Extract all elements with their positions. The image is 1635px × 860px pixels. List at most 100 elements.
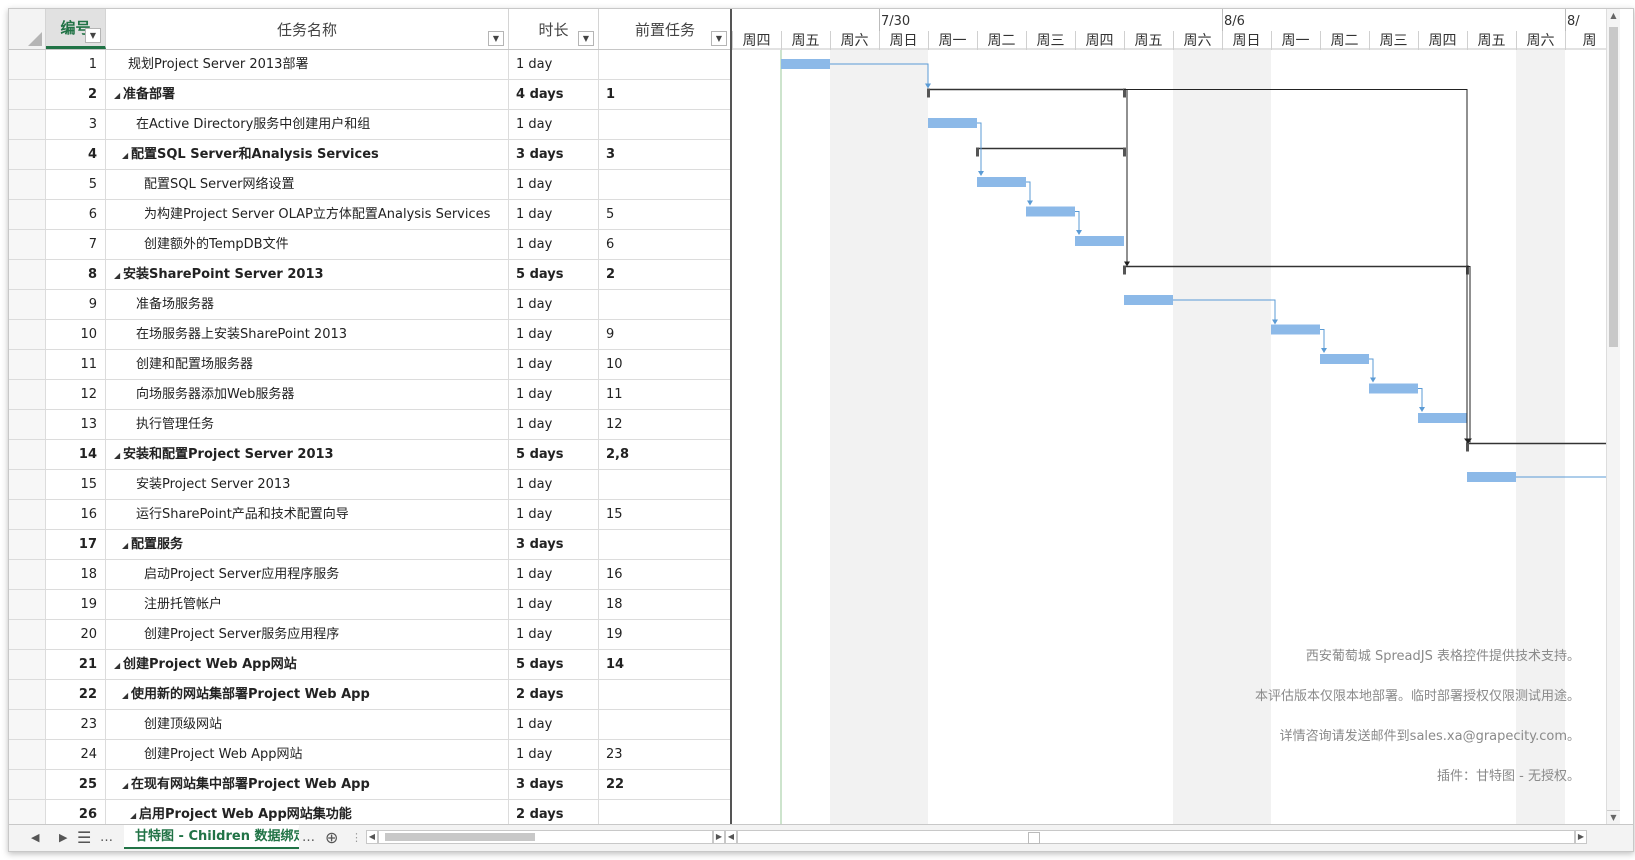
task-duration-cell[interactable]: 3 days [509,530,599,559]
grid-horizontal-scrollbar[interactable] [378,830,713,844]
task-id-cell[interactable]: 24 [46,740,106,769]
task-duration-cell[interactable]: 1 day [509,230,599,259]
col-header-duration[interactable]: 时长 ▼ [509,9,599,49]
row-header[interactable] [9,530,46,559]
row-header[interactable] [9,710,46,739]
task-predecessors-cell[interactable]: 3 [599,140,731,169]
task-predecessors-cell[interactable] [599,50,731,79]
filter-dropdown-icon[interactable]: ▼ [711,31,727,46]
row-header[interactable] [9,650,46,679]
table-row[interactable]: 4 ◢ 配置SQL Server和Analysis Services 3 days 3 [9,140,731,170]
task-duration-cell[interactable]: 1 day [509,560,599,589]
task-name-cell[interactable]: 创建顶级网站 [106,710,509,739]
task-name-cell[interactable]: ◢ 准备部署 [106,80,509,109]
task-predecessors-cell[interactable] [599,170,731,199]
col-header-name[interactable]: 任务名称 ▼ [106,9,509,49]
table-row[interactable]: 9 准备场服务器 1 day [9,290,731,320]
task-name-cell[interactable]: ◢ 安装和配置Project Server 2013 [106,440,509,469]
task-duration-cell[interactable]: 3 days [509,770,599,799]
row-header[interactable] [9,740,46,769]
sheet-tab-gantt[interactable]: 甘特图 - Children 数据绑定 [124,825,299,849]
task-duration-cell[interactable]: 1 day [509,710,599,739]
task-predecessors-cell[interactable]: 14 [599,650,731,679]
collapse-triangle-icon[interactable]: ◢ [114,441,123,469]
task-name-cell[interactable]: ◢ 使用新的网站集部署Project Web App [106,680,509,709]
task-duration-cell[interactable]: 1 day [509,320,599,349]
task-name-cell[interactable]: 执行管理任务 [106,410,509,439]
table-row[interactable]: 18 启动Project Server应用程序服务 1 day 16 [9,560,731,590]
task-id-cell[interactable]: 15 [46,470,106,499]
task-name-cell[interactable]: ◢ 安装SharePoint Server 2013 [106,260,509,289]
table-row[interactable]: 11 创建和配置场服务器 1 day 10 [9,350,731,380]
task-id-cell[interactable]: 19 [46,590,106,619]
task-duration-cell[interactable]: 1 day [509,410,599,439]
row-header[interactable] [9,470,46,499]
tab-overflow-icon[interactable]: … [302,825,315,851]
task-id-cell[interactable]: 22 [46,680,106,709]
task-id-cell[interactable]: 1 [46,50,106,79]
col-header-id[interactable]: 编号 ▼ [46,9,106,49]
table-row[interactable]: 7 创建额外的TempDB文件 1 day 6 [9,230,731,260]
task-name-cell[interactable]: 创建额外的TempDB文件 [106,230,509,259]
task-predecessors-cell[interactable]: 1 [599,80,731,109]
hscroll-left-icon[interactable]: ◀ [366,830,378,844]
tab-next-icon[interactable]: ▶ [59,825,67,851]
table-row[interactable]: 22 ◢ 使用新的网站集部署Project Web App 2 days [9,680,731,710]
task-id-cell[interactable]: 23 [46,710,106,739]
task-id-cell[interactable]: 10 [46,320,106,349]
tab-more-icon[interactable]: … [100,825,113,851]
filter-dropdown-icon[interactable]: ▼ [85,28,101,43]
vertical-scroll-thumb[interactable] [1609,27,1618,347]
task-name-cell[interactable]: 运行SharePoint产品和技术配置向导 [106,500,509,529]
table-row[interactable]: 15 安装Project Server 2013 1 day [9,470,731,500]
task-predecessors-cell[interactable] [599,470,731,499]
task-duration-cell[interactable]: 4 days [509,80,599,109]
collapse-triangle-icon[interactable]: ◢ [130,801,139,825]
gantt-hscroll-left-icon[interactable]: ◀ [725,830,737,844]
task-id-cell[interactable]: 9 [46,290,106,319]
table-row[interactable]: 8 ◢ 安装SharePoint Server 2013 5 days 2 [9,260,731,290]
task-name-cell[interactable]: 规划Project Server 2013部署 [106,50,509,79]
task-id-cell[interactable]: 4 [46,140,106,169]
task-duration-cell[interactable]: 3 days [509,140,599,169]
row-header[interactable] [9,260,46,289]
task-id-cell[interactable]: 26 [46,800,106,825]
task-predecessors-cell[interactable]: 12 [599,410,731,439]
task-predecessors-cell[interactable]: 9 [599,320,731,349]
task-duration-cell[interactable]: 1 day [509,110,599,139]
task-predecessors-cell[interactable]: 18 [599,590,731,619]
gantt-hscroll-right-icon[interactable]: ▶ [1575,830,1587,844]
table-row[interactable]: 3 在Active Directory服务中创建用户和组 1 day [9,110,731,140]
task-predecessors-cell[interactable] [599,110,731,139]
row-header[interactable] [9,500,46,529]
row-header[interactable] [9,410,46,439]
table-row[interactable]: 6 为构建Project Server OLAP立方体配置Analysis Ser… [9,200,731,230]
task-name-cell[interactable]: 为构建Project Server OLAP立方体配置Analysis Serv… [106,200,509,229]
task-predecessors-cell[interactable] [599,530,731,559]
row-header[interactable] [9,200,46,229]
row-header[interactable] [9,230,46,259]
table-row[interactable]: 14 ◢ 安装和配置Project Server 2013 5 days 2,8 [9,440,731,470]
task-duration-cell[interactable]: 1 day [509,590,599,619]
table-row[interactable]: 5 配置SQL Server网络设置 1 day [9,170,731,200]
task-name-cell[interactable]: 创建Project Server服务应用程序 [106,620,509,649]
add-sheet-icon[interactable]: ⊕ [325,825,338,851]
task-name-cell[interactable]: 在Active Directory服务中创建用户和组 [106,110,509,139]
row-header[interactable] [9,50,46,79]
collapse-triangle-icon[interactable]: ◢ [122,771,131,799]
row-header[interactable] [9,680,46,709]
table-row[interactable]: 25 ◢ 在现有网站集中部署Project Web App 3 days 22 [9,770,731,800]
table-row[interactable]: 17 ◢ 配置服务 3 days [9,530,731,560]
scroll-down-icon[interactable]: ▼ [1607,810,1620,825]
task-predecessors-cell[interactable]: 2 [599,260,731,289]
task-duration-cell[interactable]: 2 days [509,680,599,709]
task-predecessors-cell[interactable]: 23 [599,740,731,769]
scroll-up-icon[interactable]: ▲ [1607,9,1620,23]
task-predecessors-cell[interactable] [599,710,731,739]
collapse-triangle-icon[interactable]: ◢ [114,651,123,679]
task-predecessors-cell[interactable]: 19 [599,620,731,649]
task-duration-cell[interactable]: 2 days [509,800,599,825]
task-predecessors-cell[interactable]: 5 [599,200,731,229]
table-row[interactable]: 21 ◢ 创建Project Web App网站 5 days 14 [9,650,731,680]
row-header[interactable] [9,620,46,649]
